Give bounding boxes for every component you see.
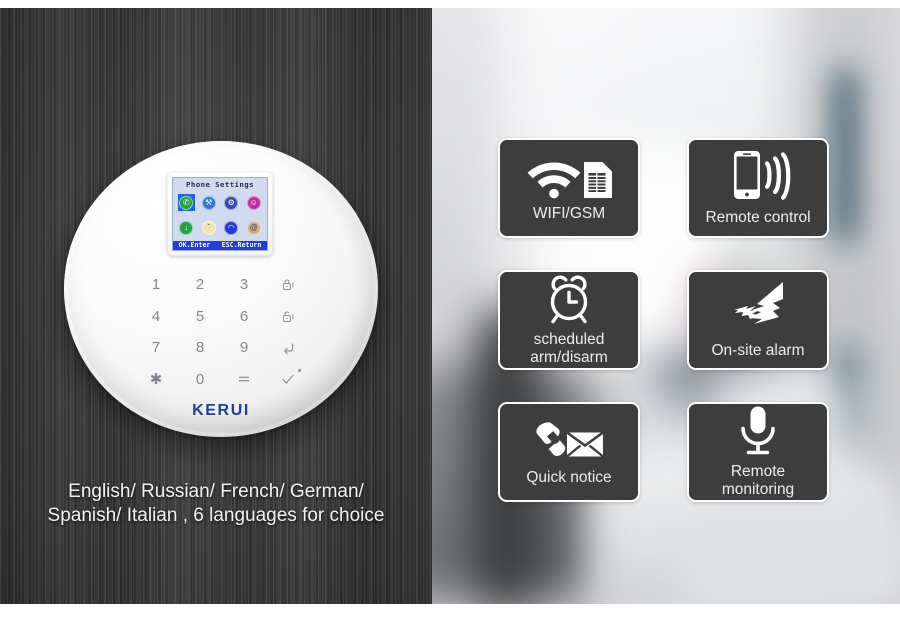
key-8[interactable]: 8 [178, 332, 222, 364]
wifi-icon: ◠ [224, 221, 239, 236]
return-arrow-icon [280, 340, 296, 356]
key-1[interactable]: 1 [134, 269, 178, 301]
menu-icon [236, 371, 252, 387]
microphone-icon [736, 405, 780, 457]
at-icon: @ [246, 221, 261, 236]
key-4-label: 4 [151, 307, 161, 325]
alarm-clock-icon [541, 273, 597, 325]
key-0[interactable]: 0 [178, 364, 222, 396]
key-6[interactable]: 6 [222, 301, 266, 333]
caption-line-1: English/ Russian/ French/ German/ [68, 481, 364, 502]
chevron-down-icon: ˇ [201, 221, 216, 236]
key-3-label: 3 [239, 276, 249, 294]
lcd-cell-smiley-icon[interactable]: ☺ [245, 194, 262, 211]
key-9-label: 9 [239, 339, 249, 357]
feature-card-label: Remote monitoring [722, 463, 794, 499]
left-product-photo-panel: Phone Settings ✆ ⚒ ⚙ ☺ ↓ ˇ ◠ @ OK.Enter ESC.Ret… [0, 8, 432, 604]
lcd-icon-grid: ✆ ⚒ ⚙ ☺ ↓ ˇ ◠ @ [173, 190, 267, 241]
lcd-cell-phone-icon[interactable]: ✆ [177, 194, 195, 212]
caption-line-2: Spanish/ Italian , 6 languages for choic… [47, 505, 385, 526]
brand-logo: KERUI [192, 402, 250, 419]
lock-open-icon [281, 309, 296, 324]
feature-card-label-line: scheduled [533, 331, 605, 348]
feature-card-label-line: Quick notice [526, 469, 612, 486]
screenshot-canvas: Phone Settings ✆ ⚒ ⚙ ☺ ↓ ˇ ◠ @ OK.Enter ESC.Ret… [0, 0, 900, 626]
siren-burst-icon [731, 280, 785, 332]
feature-card-remote-control[interactable]: Remote control [687, 138, 829, 238]
status-led-indicator [298, 369, 301, 372]
key-2[interactable]: 2 [178, 269, 222, 301]
feature-card-label: Remote control [705, 209, 810, 227]
key-8-label: 8 [195, 339, 205, 357]
lcd-cell-download-icon[interactable]: ↓ [178, 220, 195, 237]
feature-card-label: scheduled arm/disarm [530, 331, 608, 367]
key-7[interactable]: 7 [134, 332, 178, 364]
key-5-label: 5 [195, 307, 205, 325]
feature-card-label-line: Remote control [705, 209, 811, 226]
download-icon: ↓ [179, 221, 194, 236]
remote-control-icon [722, 149, 794, 201]
key-confirm[interactable] [266, 364, 310, 396]
feature-card-label: On-site alarm [711, 342, 804, 360]
languages-caption: English/ Russian/ French/ German/ Spanis… [0, 480, 432, 528]
lcd-screen: Phone Settings ✆ ⚒ ⚙ ☺ ↓ ˇ ◠ @ OK.Enter ESC.Ret… [172, 177, 268, 251]
key-3[interactable]: 3 [222, 269, 266, 301]
gear-icon: ⚙ [224, 195, 239, 210]
feature-card-siren-burst[interactable]: On-site alarm [687, 270, 829, 370]
alarm-panel-device: Phone Settings ✆ ⚒ ⚙ ☺ ↓ ˇ ◠ @ OK.Enter ESC.Ret… [64, 141, 378, 437]
feature-card-alarm-clock[interactable]: scheduled arm/disarm [498, 270, 640, 370]
key-arm-away[interactable] [266, 269, 310, 301]
right-features-panel: WIFI/GSM Remote control scheduled arm/disar… [432, 8, 900, 604]
lcd-footer-ok: OK.Enter [178, 241, 211, 249]
feature-card-label: Quick notice [526, 469, 611, 487]
lcd-title: Phone Settings [186, 180, 254, 189]
lcd-footer: OK.Enter ESC.Return [173, 241, 267, 250]
lcd-bezel: Phone Settings ✆ ⚒ ⚙ ☺ ↓ ˇ ◠ @ OK.Enter ESC.Ret… [167, 172, 273, 256]
wifi-gsm-icon [526, 153, 612, 199]
lcd-cell-gear-icon[interactable]: ⚙ [223, 194, 240, 211]
key-9[interactable]: 9 [222, 332, 266, 364]
key-7-label: 7 [151, 339, 161, 357]
key-0-label: 0 [195, 370, 205, 388]
feature-card-wifi-gsm[interactable]: WIFI/GSM [498, 138, 640, 238]
key-star[interactable]: ✱ [134, 364, 178, 396]
key-back[interactable] [266, 332, 310, 364]
check-icon [280, 371, 296, 387]
feature-cards-grid: WIFI/GSM Remote control scheduled arm/disar… [432, 8, 900, 604]
feature-card-label: WIFI/GSM [533, 205, 605, 223]
lcd-cell-tools-icon[interactable]: ⚒ [200, 194, 217, 211]
tools-icon: ⚒ [201, 195, 216, 210]
key-4[interactable]: 4 [134, 301, 178, 333]
key-arm-home[interactable] [266, 301, 310, 333]
key-5[interactable]: 5 [178, 301, 222, 333]
feature-card-label-line: On-site alarm [711, 342, 805, 359]
lcd-cell-at-icon[interactable]: @ [245, 220, 262, 237]
feature-card-phone-envelope[interactable]: Quick notice [498, 402, 640, 502]
feature-card-label-line: WIFI/GSM [532, 205, 606, 222]
smiley-icon: ☺ [246, 195, 261, 210]
feature-card-microphone[interactable]: Remote monitoring [687, 402, 829, 502]
key-2-label: 2 [195, 276, 205, 294]
feature-card-label-line: arm/disarm [530, 349, 608, 366]
feature-card-label-line: monitoring [721, 481, 795, 498]
key-star-label: ✱ [149, 371, 163, 389]
phone-envelope-icon [533, 417, 605, 463]
key-menu[interactable] [222, 364, 266, 396]
lcd-cell-chevron-down-icon[interactable]: ˇ [200, 220, 217, 237]
lcd-footer-esc: ESC.Return [221, 241, 262, 249]
key-1-label: 1 [151, 276, 161, 294]
keypad[interactable]: 1 2 3 4 5 6 7 8 9 ✱ 0 [134, 269, 310, 395]
lcd-cell-wifi-icon[interactable]: ◠ [223, 220, 240, 237]
content-band: Phone Settings ✆ ⚒ ⚙ ☺ ↓ ˇ ◠ @ OK.Enter ESC.Ret… [0, 8, 900, 604]
phone-icon: ✆ [179, 195, 194, 210]
key-6-label: 6 [239, 307, 249, 325]
feature-card-label-line: Remote [730, 463, 786, 480]
lock-closed-icon [281, 277, 296, 292]
